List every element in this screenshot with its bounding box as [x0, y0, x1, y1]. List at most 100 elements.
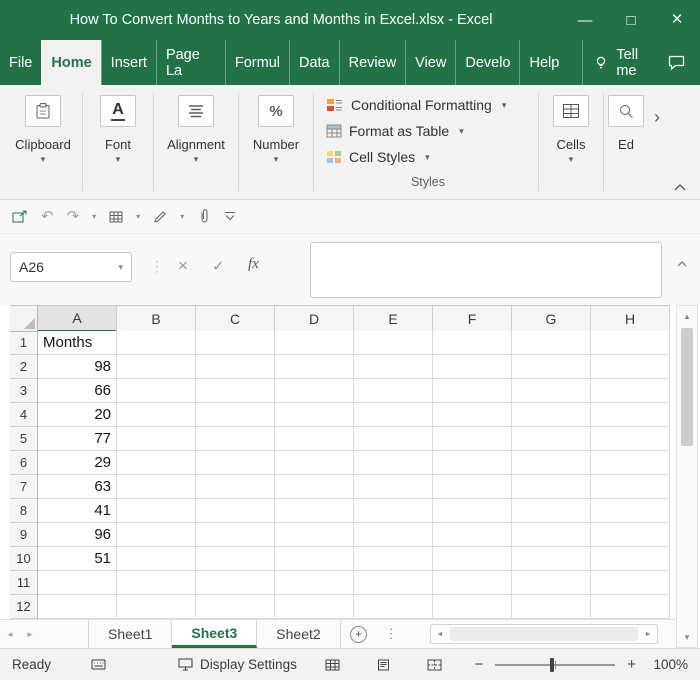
redo-dropdown-icon[interactable]: ▾: [92, 212, 96, 221]
cell-H2[interactable]: [591, 355, 670, 379]
number-format-icon[interactable]: %: [258, 95, 294, 127]
ribbon-group-number[interactable]: % Number ▾: [239, 85, 313, 199]
cell-F6[interactable]: [433, 451, 512, 475]
menu-tab-view[interactable]: View: [405, 40, 455, 85]
horizontal-scrollbar[interactable]: ◄ ►: [430, 624, 658, 644]
vertical-scrollbar[interactable]: ▲ ▼: [676, 305, 698, 648]
share-workbook-icon[interactable]: [12, 209, 28, 224]
name-box-dropdown-icon[interactable]: ▾: [118, 262, 123, 273]
cell-B2[interactable]: [117, 355, 196, 379]
menu-tab-review[interactable]: Review: [338, 40, 406, 85]
cell-A5[interactable]: 77: [38, 427, 117, 451]
sheet-tab-sheet1[interactable]: Sheet1: [89, 620, 173, 648]
clipboard-icon[interactable]: [25, 95, 61, 127]
cell-G8[interactable]: [512, 499, 591, 523]
number-dropdown-icon[interactable]: ▾: [274, 155, 279, 164]
column-header-A[interactable]: A: [38, 306, 117, 332]
cell-B12[interactable]: [117, 595, 196, 619]
cells-dropdown-icon[interactable]: ▾: [569, 155, 574, 164]
ribbon-group-alignment[interactable]: Alignment ▾: [154, 85, 238, 199]
column-header-C[interactable]: C: [196, 306, 275, 332]
select-all-corner[interactable]: [10, 306, 38, 332]
zoom-slider[interactable]: [495, 657, 616, 672]
cell-B9[interactable]: [117, 523, 196, 547]
cancel-entry-icon[interactable]: ×: [178, 256, 188, 276]
menu-tab-developer[interactable]: Develo: [455, 40, 519, 85]
cell-C2[interactable]: [196, 355, 275, 379]
alignment-dropdown-icon[interactable]: ▾: [194, 155, 199, 164]
font-icon[interactable]: A: [100, 95, 136, 127]
table-tool-dropdown-icon[interactable]: ▾: [136, 212, 140, 221]
cell-B4[interactable]: [117, 403, 196, 427]
cell-A12[interactable]: [38, 595, 117, 619]
cell-A9[interactable]: 96: [38, 523, 117, 547]
cell-H8[interactable]: [591, 499, 670, 523]
cell-G2[interactable]: [512, 355, 591, 379]
cell-C7[interactable]: [196, 475, 275, 499]
cell-G6[interactable]: [512, 451, 591, 475]
cell-G11[interactable]: [512, 571, 591, 595]
close-button[interactable]: ×: [654, 0, 700, 40]
horizontal-scroll-thumb[interactable]: [450, 627, 638, 641]
ribbon-group-cells[interactable]: Cells ▾: [539, 85, 603, 199]
cell-B6[interactable]: [117, 451, 196, 475]
normal-view-icon[interactable]: [325, 659, 340, 671]
cell-C4[interactable]: [196, 403, 275, 427]
conditional-formatting-button[interactable]: Conditional Formatting ▾: [326, 92, 530, 118]
row-header-2[interactable]: 2: [10, 355, 38, 379]
format-as-table-button[interactable]: Format as Table ▾: [326, 118, 530, 144]
zoom-level-label[interactable]: 100%: [646, 657, 688, 672]
column-header-G[interactable]: G: [512, 306, 591, 332]
cell-G9[interactable]: [512, 523, 591, 547]
alignment-icon[interactable]: [178, 95, 214, 127]
row-header-3[interactable]: 3: [10, 379, 38, 403]
cell-G3[interactable]: [512, 379, 591, 403]
cell-G1[interactable]: [512, 331, 591, 355]
cell-F1[interactable]: [433, 331, 512, 355]
column-header-H[interactable]: H: [591, 306, 670, 332]
ribbon-group-editing[interactable]: Ed: [604, 85, 648, 199]
formula-input[interactable]: [310, 242, 662, 298]
sheet-nav-left-icon[interactable]: ◄: [0, 620, 20, 648]
editing-icon[interactable]: [608, 95, 644, 127]
cell-E10[interactable]: [354, 547, 433, 571]
scroll-up-icon[interactable]: ▲: [677, 306, 697, 326]
cell-D5[interactable]: [275, 427, 354, 451]
cell-F9[interactable]: [433, 523, 512, 547]
cell-G5[interactable]: [512, 427, 591, 451]
insert-function-icon[interactable]: fx: [248, 256, 259, 273]
comments-button[interactable]: [667, 40, 686, 85]
menu-tab-insert[interactable]: Insert: [100, 40, 156, 85]
cell-F11[interactable]: [433, 571, 512, 595]
cell-H10[interactable]: [591, 547, 670, 571]
collapse-ribbon-icon[interactable]: [673, 183, 687, 192]
cell-C10[interactable]: [196, 547, 275, 571]
cell-D6[interactable]: [275, 451, 354, 475]
minimize-button[interactable]: —: [562, 0, 608, 40]
cell-A11[interactable]: [38, 571, 117, 595]
draw-tool-dropdown-icon[interactable]: ▾: [180, 212, 184, 221]
cell-G12[interactable]: [512, 595, 591, 619]
menu-tab-data[interactable]: Data: [288, 40, 339, 85]
enter-entry-icon[interactable]: ✓: [212, 257, 225, 275]
cell-A4[interactable]: 20: [38, 403, 117, 427]
row-header-6[interactable]: 6: [10, 451, 38, 475]
column-header-F[interactable]: F: [433, 306, 512, 332]
cell-B3[interactable]: [117, 379, 196, 403]
scroll-left-icon[interactable]: ◄: [431, 631, 449, 638]
cell-H6[interactable]: [591, 451, 670, 475]
cell-H9[interactable]: [591, 523, 670, 547]
sheet-nav-right-icon[interactable]: ►: [20, 620, 40, 648]
cell-B8[interactable]: [117, 499, 196, 523]
redo-icon[interactable]: ↷: [67, 209, 80, 224]
cell-F10[interactable]: [433, 547, 512, 571]
cell-C8[interactable]: [196, 499, 275, 523]
cell-B10[interactable]: [117, 547, 196, 571]
cell-A3[interactable]: 66: [38, 379, 117, 403]
row-header-11[interactable]: 11: [10, 571, 38, 595]
sheet-tab-sheet3[interactable]: Sheet3: [172, 620, 258, 648]
cell-H11[interactable]: [591, 571, 670, 595]
cell-F12[interactable]: [433, 595, 512, 619]
cell-D8[interactable]: [275, 499, 354, 523]
cell-C12[interactable]: [196, 595, 275, 619]
